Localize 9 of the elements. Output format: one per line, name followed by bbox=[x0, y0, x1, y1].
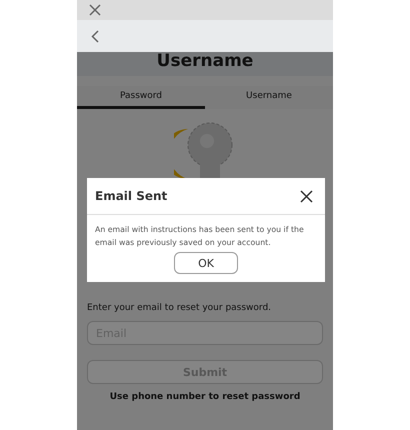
instruction-text: Enter your email to reset your password. bbox=[87, 303, 272, 313]
ok-button[interactable]: OK bbox=[174, 252, 238, 274]
tab[interactable]: Username bbox=[205, 86, 333, 109]
tab[interactable]: Password bbox=[77, 86, 205, 109]
back-icon[interactable] bbox=[91, 30, 99, 42]
phone-reset-link[interactable]: Use phone number to reset password bbox=[110, 392, 300, 402]
page-heading: Username bbox=[156, 52, 254, 70]
dialog-title: Email Sent bbox=[95, 189, 168, 203]
close-icon[interactable] bbox=[300, 190, 313, 202]
